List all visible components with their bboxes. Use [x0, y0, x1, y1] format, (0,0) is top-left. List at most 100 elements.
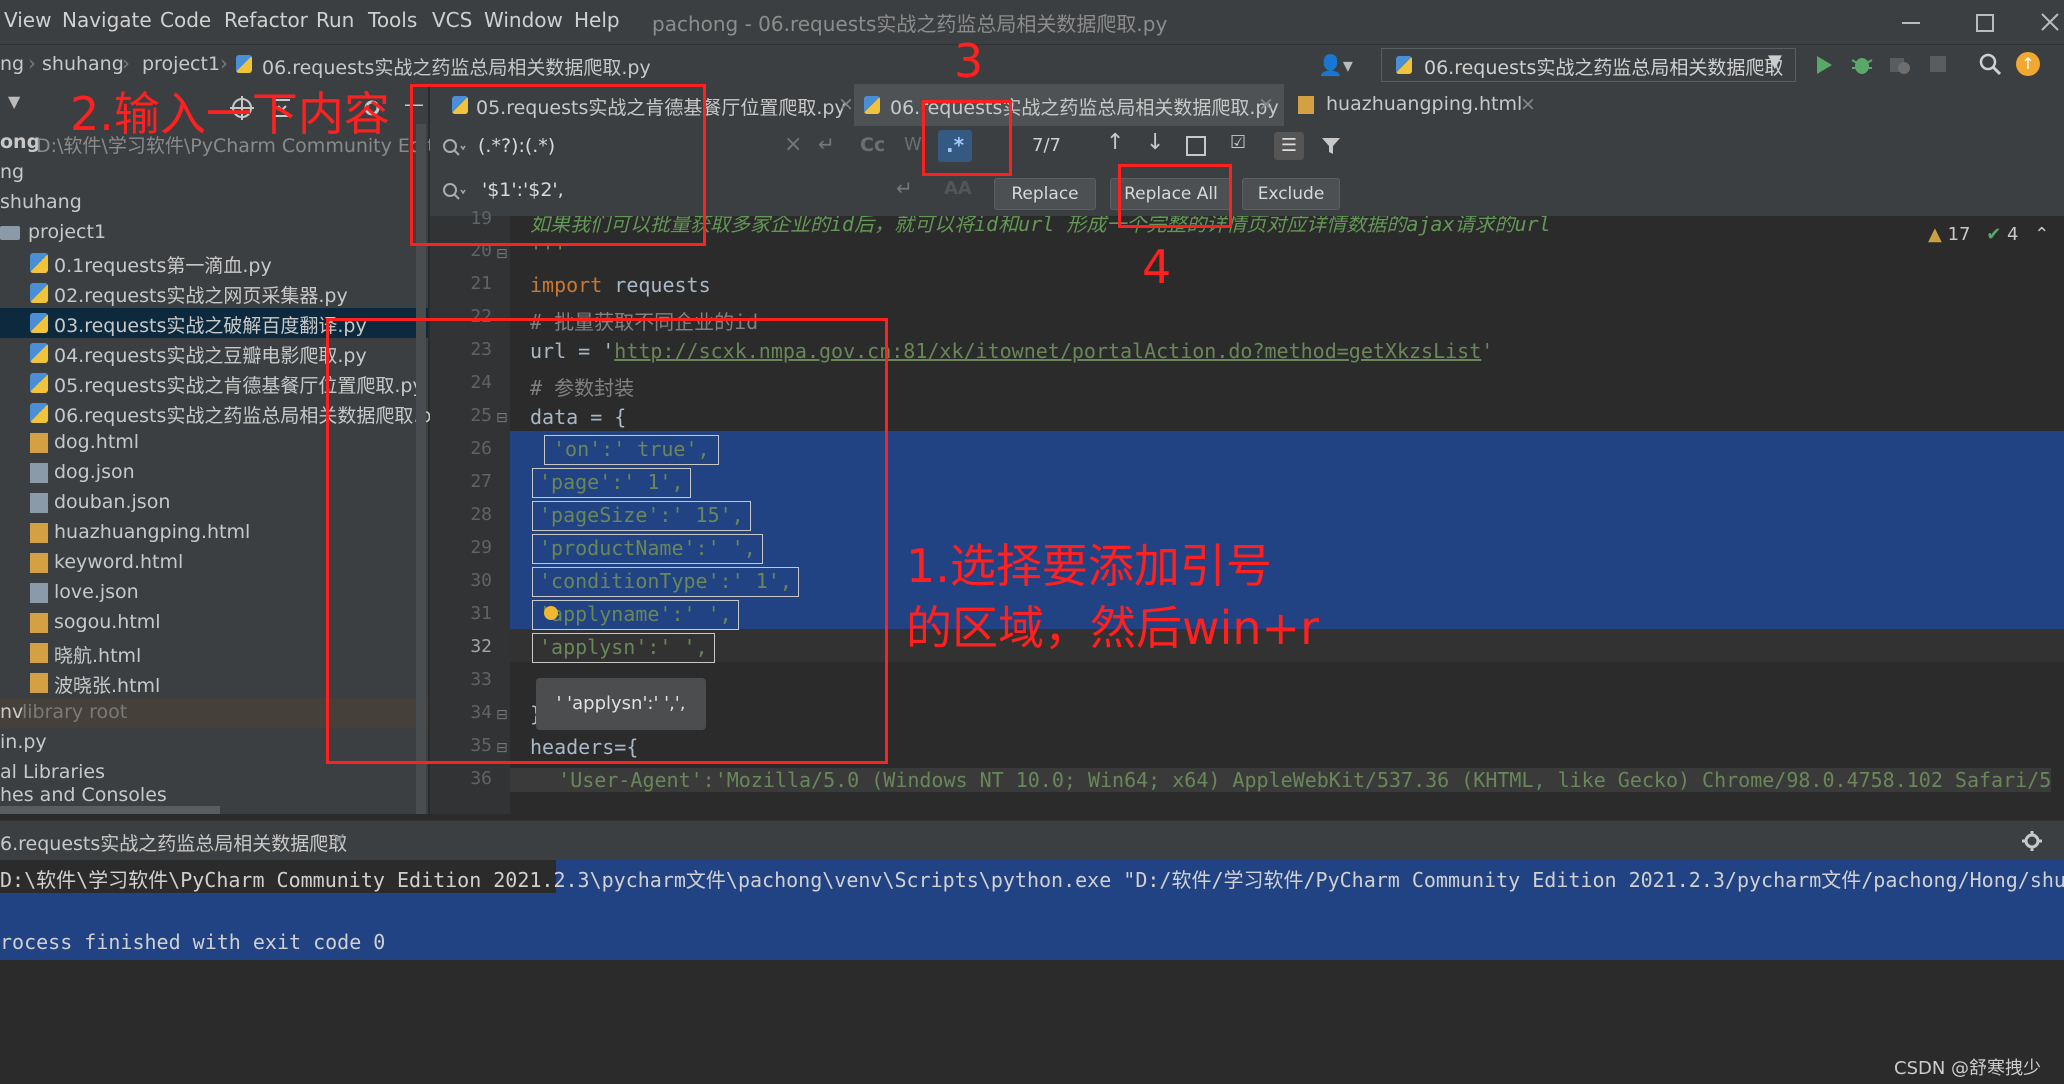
tree-row[interactable]: shuhang: [0, 188, 428, 218]
tree-row-label: hes and Consoles: [0, 784, 167, 806]
tree-root-label: ong: [0, 131, 41, 153]
close-tab-icon[interactable]: ×: [838, 93, 854, 115]
tree-row-label: huazhuangping.html: [54, 521, 251, 543]
menu-navigate[interactable]: Navigate: [62, 8, 152, 32]
chevron-up-icon[interactable]: ⌃: [2034, 224, 2049, 245]
html-file-icon: [1298, 96, 1314, 114]
menu-tools[interactable]: Tools: [368, 8, 417, 32]
ok-count: 4: [2007, 224, 2019, 245]
annotation-step1-line2: 的区域，然后win+r: [906, 601, 1320, 655]
tree-row-label: sogou.html: [54, 611, 161, 633]
horizontal-scrollbar[interactable]: [0, 806, 220, 814]
chevron-right-icon: ›: [122, 51, 130, 75]
preserve-case-toggle[interactable]: AA: [944, 178, 972, 199]
tree-row[interactable]: project1: [0, 218, 428, 248]
run-output-command[interactable]: D:\软件\学习软件\PyCharm Community Edition 202…: [0, 864, 2064, 893]
arrow-up-icon[interactable]: ↑: [1106, 130, 1124, 155]
code-line-36: 'User-Agent':'Mozilla/5.0 (Windows NT 10…: [510, 768, 2052, 792]
annotation-box-regex: [922, 100, 1012, 176]
folder-icon: [0, 226, 20, 240]
breadcrumb-file[interactable]: 06.requests实战之药监总局相关数据爬取.py: [262, 53, 651, 80]
run-icon[interactable]: [1814, 54, 1834, 76]
tree-row-label: al Libraries: [0, 761, 106, 783]
debug-icon[interactable]: [1850, 52, 1874, 76]
run-tab-label[interactable]: 6.requests实战之药监总局相关数据爬取: [0, 829, 347, 856]
annotation-box-selection: [326, 318, 888, 764]
tree-row-label: nv: [0, 701, 24, 723]
arrow-down-icon[interactable]: ↓: [1146, 130, 1164, 155]
html-file-icon: [30, 643, 48, 663]
tree-row-label: dog.html: [54, 431, 140, 453]
select-all-occurrences-icon[interactable]: [1186, 136, 1206, 156]
menu-view[interactable]: View: [4, 8, 51, 32]
close-tab-icon[interactable]: ×: [1258, 93, 1274, 115]
close-window-icon[interactable]: [2040, 12, 2060, 32]
run-config-label: 06.requests实战之药监总局相关数据爬取: [1424, 57, 1784, 79]
python-file-icon: [30, 373, 48, 393]
line-number: 21: [470, 273, 492, 294]
stop-icon[interactable]: [1930, 56, 1946, 72]
tree-row-label: 波晓张.html: [54, 675, 161, 697]
coverage-icon[interactable]: [1888, 54, 1912, 76]
menu-code[interactable]: Code: [160, 8, 211, 32]
chevron-down-icon: ▼: [1768, 51, 1782, 72]
tree-row[interactable]: ng: [0, 158, 428, 188]
annotation-step2: 2.输入一下内容: [70, 87, 390, 141]
code-line-21: import requests: [530, 273, 711, 297]
menu-help[interactable]: Help: [574, 8, 620, 32]
chevron-right-icon: ›: [220, 51, 228, 75]
tree-row-label: keyword.html: [54, 551, 184, 573]
menu-vcs[interactable]: VCS: [432, 8, 472, 32]
new-line-icon[interactable]: ↵: [818, 132, 835, 156]
breadcrumb-shuhang[interactable]: shuhang: [42, 53, 124, 75]
replace-button[interactable]: Replace: [994, 178, 1096, 210]
tree-row-label: project1: [28, 221, 107, 243]
annotation-step3: 3: [954, 34, 984, 88]
filter-lines-icon[interactable]: ☰: [1274, 132, 1304, 160]
html-file-icon: [30, 673, 48, 693]
json-file-icon: [30, 583, 48, 603]
url-quote: ': [1481, 339, 1494, 363]
python-file-icon: [30, 313, 48, 333]
python-file-icon: [30, 343, 48, 363]
exclude-button[interactable]: Exclude: [1242, 178, 1340, 210]
restore-icon[interactable]: [1976, 14, 1994, 32]
breadcrumb-project1[interactable]: project1: [142, 53, 220, 75]
update-icon[interactable]: ↑: [2016, 52, 2040, 76]
menu-window[interactable]: Window: [484, 8, 563, 32]
tree-row-label: love.json: [54, 581, 139, 603]
menu-refactor[interactable]: Refactor: [224, 8, 308, 32]
new-line-icon[interactable]: ↵: [896, 176, 913, 200]
run-output-exit[interactable]: rocess finished with exit code 0: [0, 930, 2064, 954]
inspection-widget[interactable]: ▲ 17 ✔ 4 ⌃: [1928, 224, 2049, 245]
chevron-down-icon[interactable]: ▼: [8, 92, 20, 111]
run-tab-bar: 6.requests实战之药监总局相关数据爬取 ×: [0, 820, 2064, 861]
run-configuration-select[interactable]: 06.requests实战之药监总局相关数据爬取 ▼: [1381, 48, 1796, 82]
menu-run[interactable]: Run: [316, 8, 354, 32]
tree-row[interactable]: 02.requests实战之网页采集器.py: [0, 278, 428, 308]
annotation-box-replace-all: [1118, 164, 1232, 228]
words-toggle[interactable]: W: [904, 134, 922, 155]
tree-row[interactable]: 0.1requests第一滴血.py: [0, 248, 428, 278]
search-icon[interactable]: [1978, 52, 2002, 76]
user-icon[interactable]: 👤▾: [1318, 53, 1353, 77]
in-selection-icon[interactable]: ☑: [1230, 132, 1246, 153]
gear-icon[interactable]: [2020, 829, 2044, 853]
tab-huazhuangping[interactable]: huazhuangping.html ×: [1298, 84, 1568, 126]
match-count: 7/7: [1032, 135, 1061, 156]
close-tab-icon[interactable]: ×: [1520, 93, 1536, 115]
filter-icon[interactable]: [1320, 136, 1342, 156]
fold-icon[interactable]: ⊟: [496, 246, 508, 262]
library-root-note: library root: [22, 701, 128, 723]
annotation-step4: 4: [1142, 240, 1172, 294]
close-tab-icon[interactable]: ×: [330, 827, 347, 851]
clear-search-icon[interactable]: ×: [784, 132, 802, 157]
tab-06[interactable]: 06.requests实战之药监总局相关数据爬取.py ×: [854, 84, 1284, 129]
html-file-icon: [30, 433, 48, 453]
tree-row-label: 04.requests实战之豆瓣电影爬取.py: [54, 345, 367, 367]
html-file-icon: [30, 613, 48, 633]
watermark: CSDN @舒寒拽少: [1894, 1058, 2042, 1079]
minimize-icon[interactable]: [1902, 22, 1920, 24]
breadcrumb-root[interactable]: ng: [0, 53, 24, 75]
match-case-toggle[interactable]: Cc: [860, 134, 885, 156]
